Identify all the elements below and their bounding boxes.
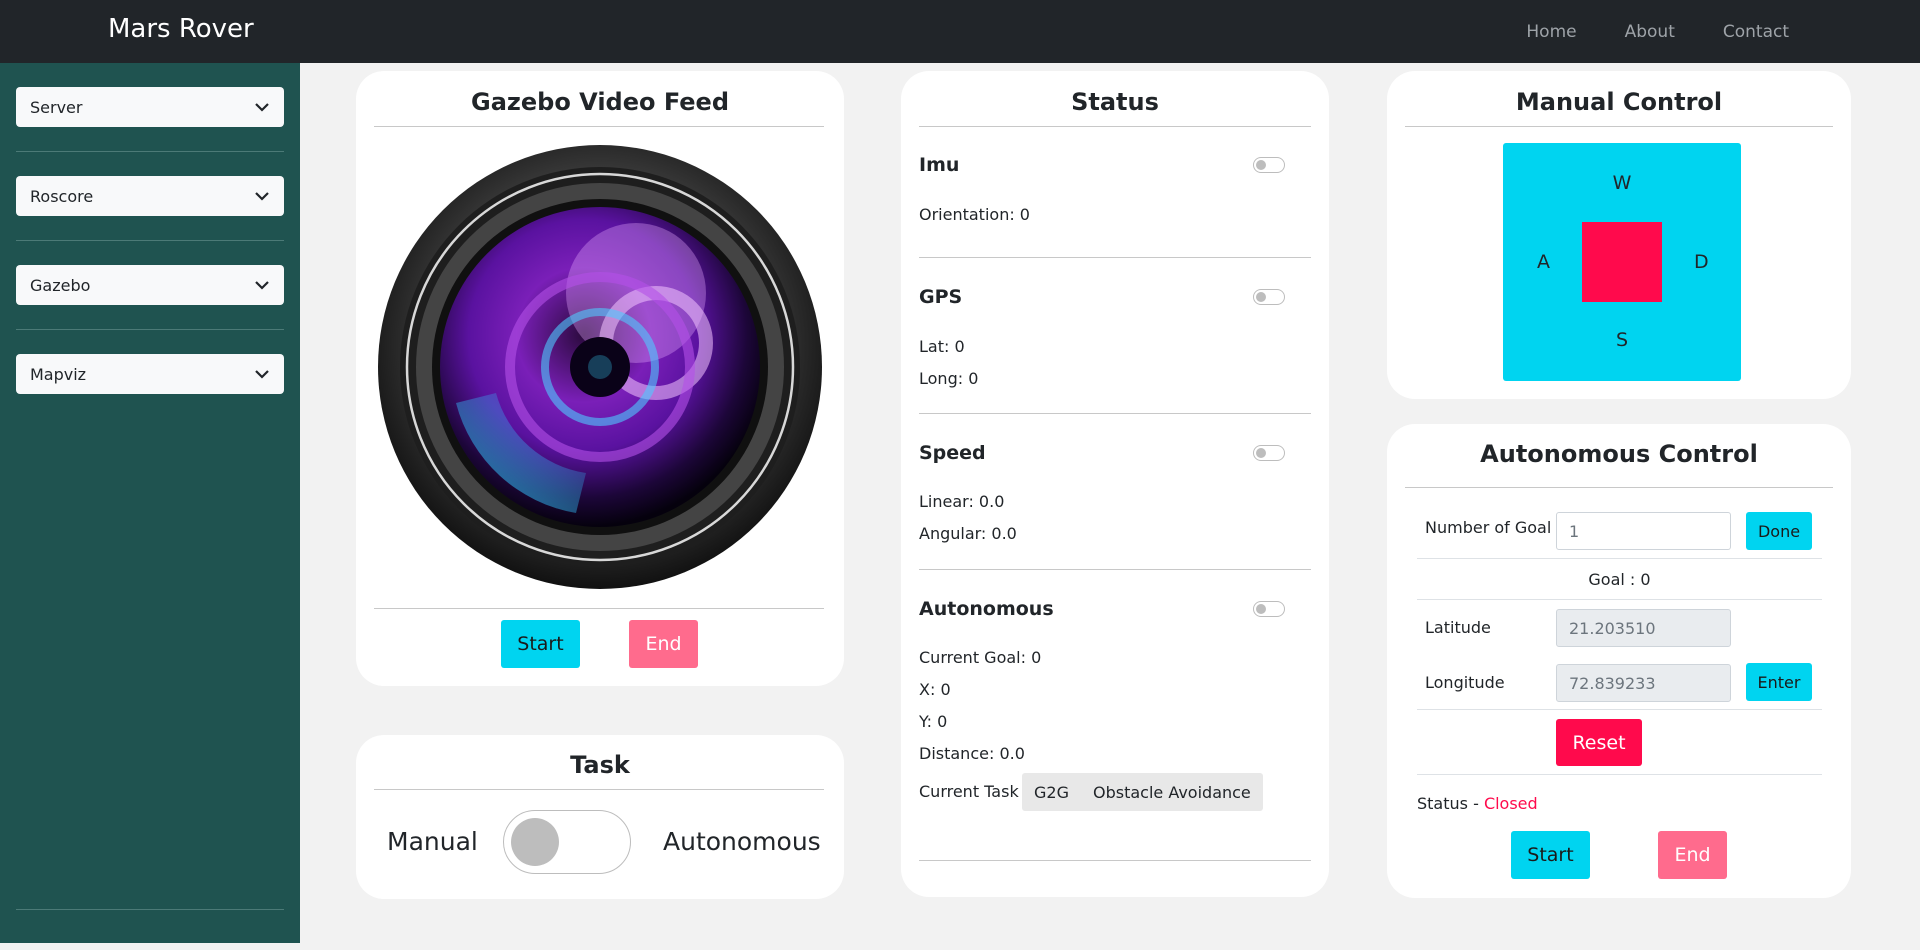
video-feed-card: Gazebo Video Feed Start End: [356, 71, 844, 686]
divider: [1417, 558, 1822, 559]
sidebar-divider: [16, 151, 284, 152]
autonomous-heading: Autonomous: [919, 598, 1054, 620]
imu-orientation: Orientation: 0: [919, 205, 1030, 224]
roscore-select[interactable]: Roscore: [16, 176, 284, 216]
key-s[interactable]: S: [1503, 329, 1741, 351]
server-select[interactable]: Server: [16, 87, 284, 127]
brand[interactable]: Mars Rover: [108, 14, 254, 44]
roscore-select-label: Roscore: [30, 186, 94, 206]
divider: [1417, 599, 1822, 600]
rover-indicator: [1582, 222, 1662, 302]
task-title: Task: [570, 751, 630, 779]
longitude-input[interactable]: 72.839233: [1556, 664, 1731, 702]
task-g2g[interactable]: G2G: [1022, 783, 1081, 802]
chevron-down-icon: [255, 103, 269, 112]
gps-heading: GPS: [919, 286, 963, 308]
latitude-input[interactable]: 21.203510: [1556, 609, 1731, 647]
goal-counter: Goal : 0: [1588, 570, 1651, 589]
divider: [919, 860, 1311, 861]
sidebar: Server Roscore Gazebo Mapviz: [0, 63, 300, 943]
divider: [374, 608, 824, 609]
divider: [1417, 709, 1822, 710]
task-manual-label: Manual: [387, 827, 478, 856]
connection-status: Status - Closed: [1417, 794, 1538, 813]
current-task-group: G2G Obstacle Avoidance: [1022, 773, 1263, 811]
status-label: Status -: [1417, 794, 1484, 813]
key-d[interactable]: D: [1694, 251, 1709, 273]
task-autonomous-label: Autonomous: [663, 827, 821, 856]
status-title: Status: [1071, 88, 1159, 116]
divider: [919, 126, 1311, 127]
auto-end-button[interactable]: End: [1658, 831, 1727, 879]
autonomous-current-goal: Current Goal: 0: [919, 648, 1042, 667]
status-value: Closed: [1483, 794, 1538, 813]
latitude-label: Latitude: [1425, 618, 1491, 637]
autonomous-x: X: 0: [919, 680, 951, 699]
divider: [919, 257, 1311, 258]
autonomous-toggle[interactable]: [1253, 601, 1285, 617]
number-of-goal-label: Number of Goal: [1425, 518, 1552, 537]
video-start-button[interactable]: Start: [501, 620, 580, 668]
done-button[interactable]: Done: [1746, 512, 1812, 550]
divider: [919, 413, 1311, 414]
divider: [1405, 487, 1833, 488]
nav-about-link[interactable]: About: [1625, 22, 1675, 42]
current-task-label: Current Task :: [919, 782, 1030, 801]
gazebo-select-label: Gazebo: [30, 275, 91, 295]
server-select-label: Server: [30, 97, 83, 117]
video-feed-title: Gazebo Video Feed: [471, 88, 729, 116]
speed-heading: Speed: [919, 442, 986, 464]
gazebo-select[interactable]: Gazebo: [16, 265, 284, 305]
number-of-goal-input[interactable]: 1: [1556, 512, 1731, 550]
nav-home-link[interactable]: Home: [1526, 22, 1576, 42]
speed-toggle[interactable]: [1253, 445, 1285, 461]
gps-lat: Lat: 0: [919, 337, 965, 356]
sidebar-divider: [16, 329, 284, 330]
nav-links: Home About Contact: [1526, 22, 1789, 42]
auto-start-button[interactable]: Start: [1511, 831, 1590, 879]
toggle-knob: [511, 818, 559, 866]
longitude-label: Longitude: [1425, 673, 1505, 692]
direction-pad: W A D S: [1503, 143, 1741, 381]
divider: [374, 126, 824, 127]
mapviz-select-label: Mapviz: [30, 364, 87, 384]
manual-control-title: Manual Control: [1515, 88, 1723, 116]
sidebar-divider: [16, 909, 284, 910]
imu-heading: Imu: [919, 154, 960, 176]
task-card: Task Manual Autonomous: [356, 735, 844, 899]
key-a[interactable]: A: [1537, 251, 1550, 273]
gps-toggle[interactable]: [1253, 289, 1285, 305]
enter-button[interactable]: Enter: [1746, 663, 1812, 701]
task-obstacle-avoidance[interactable]: Obstacle Avoidance: [1081, 783, 1263, 802]
navbar: Mars Rover Home About Contact: [0, 0, 1920, 63]
gps-long: Long: 0: [919, 369, 979, 388]
sidebar-divider: [16, 240, 284, 241]
autonomous-control-card: Autonomous Control Number of Goal 1 Done…: [1387, 424, 1851, 898]
autonomous-distance: Distance: 0.0: [919, 744, 1025, 763]
key-w[interactable]: W: [1503, 172, 1741, 194]
task-mode-toggle[interactable]: [503, 810, 631, 874]
autonomous-control-title: Autonomous Control: [1480, 440, 1758, 468]
speed-linear: Linear: 0.0: [919, 492, 1005, 511]
imu-toggle[interactable]: [1253, 157, 1285, 173]
divider: [374, 789, 824, 790]
autonomous-y: Y: 0: [919, 712, 948, 731]
video-end-button[interactable]: End: [629, 620, 698, 668]
chevron-down-icon: [255, 281, 269, 290]
reset-button[interactable]: Reset: [1556, 719, 1642, 766]
chevron-down-icon: [255, 370, 269, 379]
mapviz-select[interactable]: Mapviz: [16, 354, 284, 394]
status-card: Status Imu Orientation: 0 GPS Lat: 0 Lon…: [901, 71, 1329, 897]
divider: [919, 569, 1311, 570]
divider: [1405, 126, 1833, 127]
manual-control-card: Manual Control W A D S: [1387, 71, 1851, 399]
camera-lens-image: [378, 145, 822, 589]
nav-contact-link[interactable]: Contact: [1723, 22, 1789, 42]
speed-angular: Angular: 0.0: [919, 524, 1017, 543]
chevron-down-icon: [255, 192, 269, 201]
divider: [1417, 774, 1822, 775]
